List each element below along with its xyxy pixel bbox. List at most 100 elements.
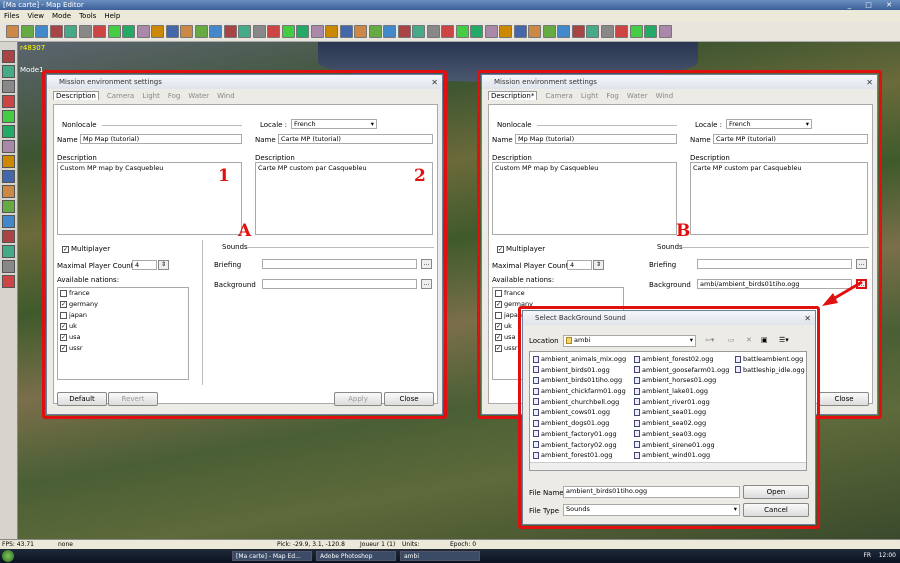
nation-item[interactable]: france — [58, 288, 188, 299]
checkbox[interactable]: ✓ — [60, 344, 67, 352]
file-item[interactable]: ambient_factory01.ogg — [533, 429, 626, 440]
file-item[interactable]: ambient_sea03.ogg — [634, 429, 729, 440]
toolbar-tool-icon[interactable] — [151, 25, 164, 38]
file-item[interactable]: ambient_churchbell.ogg — [533, 397, 626, 408]
toolbar-tool-icon[interactable] — [194, 25, 208, 38]
toolbar-tool-icon[interactable] — [528, 25, 541, 38]
sidebar-tool-icon[interactable] — [2, 65, 15, 78]
toolbar-tool-icon[interactable] — [310, 25, 324, 38]
file-item[interactable]: ambient_horses01.ogg — [634, 375, 729, 386]
sidebar-tool-icon[interactable] — [2, 95, 15, 108]
sidebar-tool-icon[interactable] — [2, 230, 15, 243]
cancel-button[interactable]: Cancel — [743, 503, 809, 517]
checkbox[interactable]: ✓ — [60, 333, 67, 341]
file-item[interactable]: ambient_sea01.ogg — [634, 407, 729, 418]
file-item[interactable]: ambient_river01.ogg — [634, 397, 729, 408]
nation-item[interactable]: ✓ germany — [58, 299, 188, 310]
toolbar-tool-icon[interactable] — [267, 25, 280, 38]
toolbar-tool-icon[interactable] — [78, 25, 92, 38]
toolbar-tool-icon[interactable] — [426, 25, 440, 38]
toolbar-tool-icon[interactable] — [368, 25, 382, 38]
filetype-select[interactable]: Sounds ▾ — [563, 504, 740, 516]
checkbox[interactable]: ✓ — [60, 322, 67, 330]
close-button[interactable]: Close — [384, 392, 434, 406]
location-select[interactable]: ambi ▾ — [563, 335, 696, 347]
name-field-locale[interactable]: Carte MP (tutorial) — [713, 134, 868, 144]
locale-select[interactable]: French ▾ — [291, 119, 377, 129]
tab-water[interactable]: Water — [627, 92, 648, 100]
tab-light[interactable]: Light — [581, 92, 598, 100]
close-icon[interactable]: ✕ — [866, 76, 873, 90]
locale-select[interactable]: French ▾ — [726, 119, 812, 129]
checkbox[interactable] — [495, 311, 502, 319]
description-field-locale[interactable]: Carte MP custom par Casquebleu — [690, 162, 868, 235]
file-item[interactable]: ambient_forest01.ogg — [533, 450, 626, 461]
nation-item[interactable]: ✓ uk — [58, 321, 188, 332]
checkbox[interactable]: ✓ — [495, 300, 502, 308]
close-icon[interactable]: ✕ — [431, 76, 438, 90]
nation-item[interactable]: ✓ usa — [58, 332, 188, 343]
toolbar-tool-icon[interactable] — [64, 25, 77, 38]
menu-view[interactable]: View — [23, 10, 48, 22]
horizontal-scrollbar[interactable] — [530, 462, 806, 470]
checkbox[interactable]: ✓ — [497, 245, 504, 253]
sidebar-tool-icon[interactable] — [2, 110, 15, 123]
toolbar-tool-icon[interactable] — [6, 25, 19, 38]
language-indicator[interactable]: FR — [863, 552, 871, 559]
back-icon[interactable]: ⇦▾ — [705, 336, 714, 344]
name-field-locale[interactable]: Carte MP (tutorial) — [278, 134, 433, 144]
sidebar-tool-icon[interactable] — [2, 200, 15, 213]
tab-light[interactable]: Light — [142, 92, 159, 100]
sidebar-tool-icon[interactable] — [2, 245, 15, 258]
toolbar-tool-icon[interactable] — [571, 25, 585, 38]
toolbar-tool-icon[interactable] — [325, 25, 338, 38]
multiplayer-checkbox[interactable]: ✓ Multiplayer — [62, 245, 110, 253]
file-item[interactable]: ambient_chickfarm01.ogg — [533, 386, 626, 397]
multiplayer-checkbox[interactable]: ✓ Multiplayer — [497, 245, 545, 253]
tab-fog[interactable]: Fog — [168, 92, 181, 100]
background-field[interactable] — [262, 279, 417, 289]
browse-briefing-button[interactable]: ... — [421, 259, 432, 269]
revert-button[interactable]: Revert — [108, 392, 158, 406]
filename-field[interactable]: ambient_birds01tiho.ogg — [563, 486, 740, 498]
close-icon[interactable]: ✕ — [804, 312, 811, 326]
sidebar-tool-icon[interactable] — [2, 50, 15, 63]
toolbar-tool-icon[interactable] — [354, 25, 367, 38]
sidebar-tool-icon[interactable] — [2, 140, 15, 153]
close-button[interactable]: Close — [819, 392, 869, 406]
max-players-field[interactable]: 4 — [132, 260, 157, 270]
toolbar-tool-icon[interactable] — [615, 25, 628, 38]
open-button[interactable]: Open — [743, 485, 809, 499]
up-folder-icon[interactable]: ▭ — [728, 336, 735, 344]
menu-help[interactable]: Help — [100, 10, 124, 22]
apply-button[interactable]: Apply — [334, 392, 382, 406]
file-item[interactable]: battleship_idle.ogg — [735, 365, 805, 376]
toolbar-tool-icon[interactable] — [383, 25, 396, 38]
toolbar-tool-icon[interactable] — [397, 25, 411, 38]
checkbox[interactable] — [495, 289, 502, 297]
tab-camera[interactable]: Camera — [107, 92, 134, 100]
file-item[interactable]: ambient_birds01.ogg — [533, 365, 626, 376]
tab-description[interactable]: Description* — [488, 91, 538, 100]
spinner-icon[interactable]: ⇕ — [593, 260, 604, 270]
name-field[interactable]: Mp Map (tutorial) — [80, 134, 242, 144]
toolbar-tool-icon[interactable] — [441, 25, 454, 38]
checkbox[interactable] — [60, 311, 67, 319]
description-field[interactable]: Custom MP map by Casquebleu — [57, 162, 242, 235]
toolbar-tool-icon[interactable] — [107, 25, 121, 38]
toolbar-tool-icon[interactable] — [484, 25, 498, 38]
toolbar-tool-icon[interactable] — [557, 25, 570, 38]
tab-camera[interactable]: Camera — [545, 92, 572, 100]
toolbar-tool-icon[interactable] — [644, 25, 657, 38]
toolbar-tool-icon[interactable] — [35, 25, 48, 38]
file-item[interactable]: ambient_lake01.ogg — [634, 386, 729, 397]
nation-item[interactable]: ✓ ussr — [58, 343, 188, 354]
file-item[interactable]: ambient_sirene01.ogg — [634, 440, 729, 451]
checkbox[interactable]: ✓ — [495, 344, 502, 352]
checkbox[interactable]: ✓ — [495, 333, 502, 341]
menu-tools[interactable]: Tools — [75, 10, 100, 22]
checkbox[interactable]: ✓ — [60, 300, 67, 308]
sidebar-tool-icon[interactable] — [2, 170, 15, 183]
tab-fog[interactable]: Fog — [606, 92, 619, 100]
view-menu-icon[interactable]: ☰▾ — [779, 336, 789, 344]
